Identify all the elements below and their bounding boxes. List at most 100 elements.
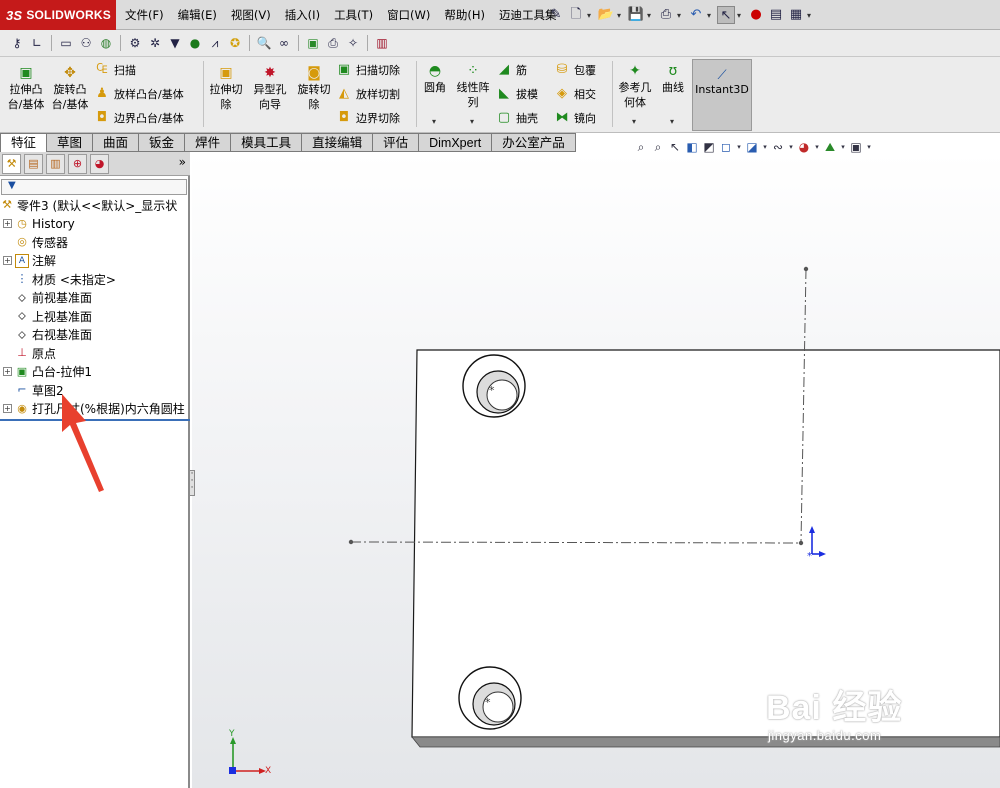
revolve-cut-button[interactable]: ◙ 旋转切除: [294, 65, 334, 112]
chevron-down-icon[interactable]: ▾: [813, 143, 821, 151]
extrude-boss-button[interactable]: ▣ 拉伸凸台/基体: [4, 65, 48, 112]
chevron-down-icon[interactable]: ▾: [735, 143, 743, 151]
rollback-bar[interactable]: [0, 419, 190, 421]
reference-geometry-button[interactable]: ✦ 参考几何体: [614, 63, 656, 110]
tab-weldments[interactable]: 焊件: [185, 133, 232, 152]
chevron-down-icon[interactable]: ▾: [617, 11, 625, 20]
display-style-icon[interactable]: ◪: [744, 140, 760, 154]
tab-evaluate[interactable]: 评估: [373, 133, 420, 152]
menu-insert[interactable]: 插入(I): [278, 0, 327, 30]
tree-item-top-plane[interactable]: ⬦ 上视基准面: [0, 307, 190, 326]
apply-scene-icon[interactable]: ⛰: [822, 140, 838, 155]
intersect-button[interactable]: ◈ 相交: [554, 85, 596, 103]
gear-yellow-icon[interactable]: ✪: [226, 34, 244, 52]
boundary-boss-button[interactable]: ◘ 边界凸台/基体: [94, 109, 184, 127]
draft-button[interactable]: ◣ 拔模: [496, 85, 538, 103]
document-star-icon[interactable]: ✧: [344, 34, 362, 52]
section-view-icon[interactable]: ◧: [684, 140, 700, 154]
rebuild-traffic-light-icon[interactable]: ●: [747, 6, 765, 24]
loft-boss-button[interactable]: ♟ 放样凸台/基体: [94, 85, 184, 103]
pin-icon[interactable]: ✎: [547, 6, 565, 24]
chevron-down-icon[interactable]: ▾: [632, 117, 636, 126]
tree-item-origin[interactable]: ⊥ 原点: [0, 344, 190, 363]
tree-item-sensors[interactable]: ◎ 传感器: [0, 233, 190, 252]
sweep-button[interactable]: ₠ 扫描: [94, 61, 136, 79]
menu-tools[interactable]: 工具(T): [327, 0, 380, 30]
view-settings-icon[interactable]: ▣: [848, 140, 864, 154]
tab-office-products[interactable]: 办公室产品: [492, 133, 576, 152]
previous-view-icon[interactable]: ↖: [667, 140, 683, 154]
options-icon[interactable]: ▦: [787, 6, 805, 24]
chevron-down-icon[interactable]: ▾: [432, 117, 436, 126]
hide-show-items-icon[interactable]: ∾: [770, 140, 786, 154]
view-orientation-icon[interactable]: ◻: [718, 140, 734, 154]
funnel-icon[interactable]: ▼: [166, 34, 184, 52]
boundary-cut-button[interactable]: ◘ 边界切除: [336, 109, 400, 127]
chevron-down-icon[interactable]: ▾: [865, 143, 873, 151]
display-manager-tab-icon[interactable]: ◕: [90, 154, 109, 174]
chevron-down-icon[interactable]: ▾: [761, 143, 769, 151]
zoom-to-fit-icon[interactable]: ⌕: [633, 140, 649, 155]
filter-bar[interactable]: ▼: [1, 179, 187, 195]
angle-icon[interactable]: ∟: [28, 34, 46, 52]
tab-sketch[interactable]: 草图: [47, 133, 94, 152]
undo-icon[interactable]: ↶: [687, 6, 705, 24]
key-icon[interactable]: ⚷: [8, 34, 26, 52]
menu-edit[interactable]: 编辑(E): [171, 0, 224, 30]
shell-button[interactable]: ▢ 抽壳: [496, 109, 538, 127]
chevron-down-icon[interactable]: ▾: [737, 11, 745, 20]
chevron-down-icon[interactable]: ▾: [647, 11, 655, 20]
chevron-down-icon[interactable]: ▾: [787, 143, 795, 151]
file-properties-icon[interactable]: ▤: [767, 6, 785, 24]
monitor-icon[interactable]: ▭: [57, 34, 75, 52]
tree-item-history[interactable]: + ◷ History: [0, 215, 190, 234]
globe-icon[interactable]: ◍: [97, 34, 115, 52]
extrude-cut-button[interactable]: ▣ 拉伸切除: [206, 65, 246, 112]
chevron-down-icon[interactable]: ▾: [670, 117, 674, 126]
zoom-to-area-icon[interactable]: ⌕: [650, 140, 666, 155]
magnifier-icon[interactable]: 🔍: [255, 34, 273, 52]
fillet-button[interactable]: ◓ 圆角: [420, 63, 450, 95]
swept-cut-button[interactable]: ▣ 扫描切除: [336, 61, 400, 79]
chevron-down-icon[interactable]: ▾: [707, 11, 715, 20]
expand-plus-icon[interactable]: +: [3, 367, 12, 377]
select-pointer-icon[interactable]: ↖: [717, 6, 735, 24]
tree-item-sketch2[interactable]: ⌐ 草图2: [0, 381, 190, 400]
feature-manager-tab-icon[interactable]: ⚒: [2, 154, 21, 174]
tab-mold-tools[interactable]: 模具工具: [231, 133, 303, 152]
tree-root[interactable]: ⚒ 零件3 (默认<<默认>_显示状: [0, 196, 190, 215]
tree-item-front-plane[interactable]: ⬦ 前视基准面: [0, 289, 190, 308]
expand-plus-icon[interactable]: +: [3, 219, 12, 229]
export-green-icon[interactable]: ▣: [304, 34, 322, 52]
expand-plus-icon[interactable]: +: [3, 404, 12, 414]
chart-document-icon[interactable]: ▥: [373, 34, 391, 52]
chevron-down-icon[interactable]: ▾: [587, 11, 595, 20]
spring-icon[interactable]: ⩘: [206, 34, 224, 52]
save-icon[interactable]: 💾: [627, 6, 645, 24]
cog-settings-icon[interactable]: ✲: [146, 34, 164, 52]
tab-direct-editing[interactable]: 直接编辑: [302, 133, 374, 152]
rib-button[interactable]: ◢ 筋: [496, 61, 527, 79]
mirror-button[interactable]: ⧓ 镜向: [554, 109, 597, 127]
menu-window[interactable]: 窗口(W): [380, 0, 437, 30]
binoculars-icon[interactable]: ∞: [275, 34, 293, 52]
pin-marker-icon[interactable]: ●: [186, 34, 204, 52]
lofted-cut-button[interactable]: ◭ 放样切割: [336, 85, 400, 103]
revolve-boss-button[interactable]: ✥ 旋转凸台/基体: [48, 65, 92, 112]
linear-pattern-button[interactable]: ⁘ 线性阵列: [452, 63, 494, 110]
tree-item-hole[interactable]: + ◉ 打孔尺寸(%根据)内六角圆柱: [0, 400, 190, 419]
tree-item-material[interactable]: ⋮ 材质 <未指定>: [0, 270, 190, 289]
tree-item-right-plane[interactable]: ⬦ 右视基准面: [0, 326, 190, 345]
menu-view[interactable]: 视图(V): [224, 0, 278, 30]
dimxpert-manager-tab-icon[interactable]: ⊕: [68, 154, 87, 174]
curves-button[interactable]: ʊ 曲线: [658, 63, 688, 95]
gear-icon[interactable]: ⚙: [126, 34, 144, 52]
tree-item-boss-extrude1[interactable]: + ▣ 凸台-拉伸1: [0, 363, 190, 382]
chevron-down-icon[interactable]: ▾: [677, 11, 685, 20]
panel-splitter[interactable]: · · ·: [189, 470, 195, 496]
dynamic-annotation-icon[interactable]: ◩: [701, 140, 717, 154]
open-folder-icon[interactable]: 📂: [597, 6, 615, 24]
network-icon[interactable]: ⚇: [77, 34, 95, 52]
new-document-icon[interactable]: 🗋: [567, 6, 585, 24]
print-icon[interactable]: ⎙: [657, 6, 675, 24]
